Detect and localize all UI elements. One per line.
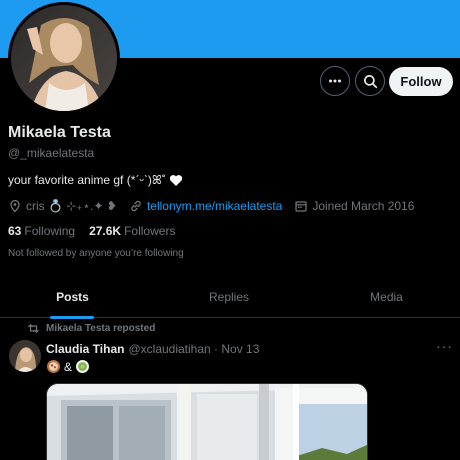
tweet-author-avatar[interactable] — [9, 340, 41, 372]
not-followed-note: Not followed by anyone you’re following — [8, 248, 184, 259]
repost-indicator: Mikaela Testa reposted — [27, 323, 155, 334]
tab-posts[interactable]: Posts — [0, 276, 145, 319]
tweet-header: Claudia Tihan @xclaudiatihan · Nov 13 — [46, 342, 259, 356]
tweet-text-ampersand: & — [64, 359, 73, 374]
white-heart-icon — [169, 175, 183, 186]
profile-bio: your favorite anime gf (*ˊᵕˋ)ꕤ˚ — [8, 173, 183, 188]
tab-replies[interactable]: Replies — [155, 276, 303, 318]
tweet-media-image[interactable] — [46, 383, 368, 460]
profile-handle: @_mikaelatesta — [8, 146, 95, 160]
following-link[interactable]: 63 Following — [8, 224, 75, 238]
profile-link[interactable]: tellonym.me/mikaelatesta — [147, 199, 282, 213]
tab-media-label: Media — [370, 290, 403, 304]
tweet-handle-date[interactable]: @xclaudiatihan · Nov 13 — [128, 342, 259, 356]
repost-label[interactable]: Mikaela Testa reposted — [46, 323, 155, 334]
link-icon — [129, 199, 143, 213]
window-photo — [47, 384, 367, 460]
matcha-bowl-icon — [76, 360, 90, 373]
search-button[interactable] — [355, 66, 385, 96]
author-photo — [9, 340, 41, 372]
bowl-food-icon — [47, 360, 60, 373]
profile-meta: cris 💍 ⊹₊⋆.✦ ❥ tellonym.me/mikaelatesta … — [8, 199, 426, 213]
more-horizontal-icon — [329, 79, 341, 83]
profile-tabs: Posts Replies Media — [0, 276, 460, 319]
followers-label: Followers — [124, 224, 176, 238]
tweet-text: & — [46, 359, 90, 374]
tab-media[interactable]: Media — [313, 276, 460, 318]
followers-link[interactable]: 27.6K Followers — [89, 224, 175, 238]
bio-text: your favorite anime gf (*ˊᵕˋ)ꕤ˚ — [8, 173, 166, 187]
follow-button[interactable]: Follow — [389, 67, 453, 96]
profile-stats: 63 Following 27.6K Followers — [8, 224, 175, 238]
active-tab-indicator — [50, 316, 94, 319]
joined-date: Joined March 2016 — [312, 199, 415, 213]
profile-name: Mikaela Testa — [8, 124, 111, 141]
tab-posts-label: Posts — [56, 290, 89, 304]
location-text: cris 💍 ⊹₊⋆.✦ ❥ — [26, 199, 117, 213]
tweet-more-button[interactable]: ··· — [436, 338, 453, 354]
location-icon — [8, 199, 22, 213]
more-button[interactable] — [320, 66, 350, 96]
search-icon — [363, 74, 377, 88]
followers-count: 27.6K — [89, 224, 122, 238]
avatar-photo — [11, 5, 117, 111]
following-count: 63 — [8, 224, 22, 238]
following-label: Following — [24, 224, 76, 238]
profile-avatar[interactable] — [8, 2, 120, 114]
tab-replies-label: Replies — [208, 290, 250, 304]
repost-icon — [28, 323, 39, 334]
calendar-icon — [294, 199, 308, 213]
tweet-author-name[interactable]: Claudia Tihan — [46, 342, 124, 356]
